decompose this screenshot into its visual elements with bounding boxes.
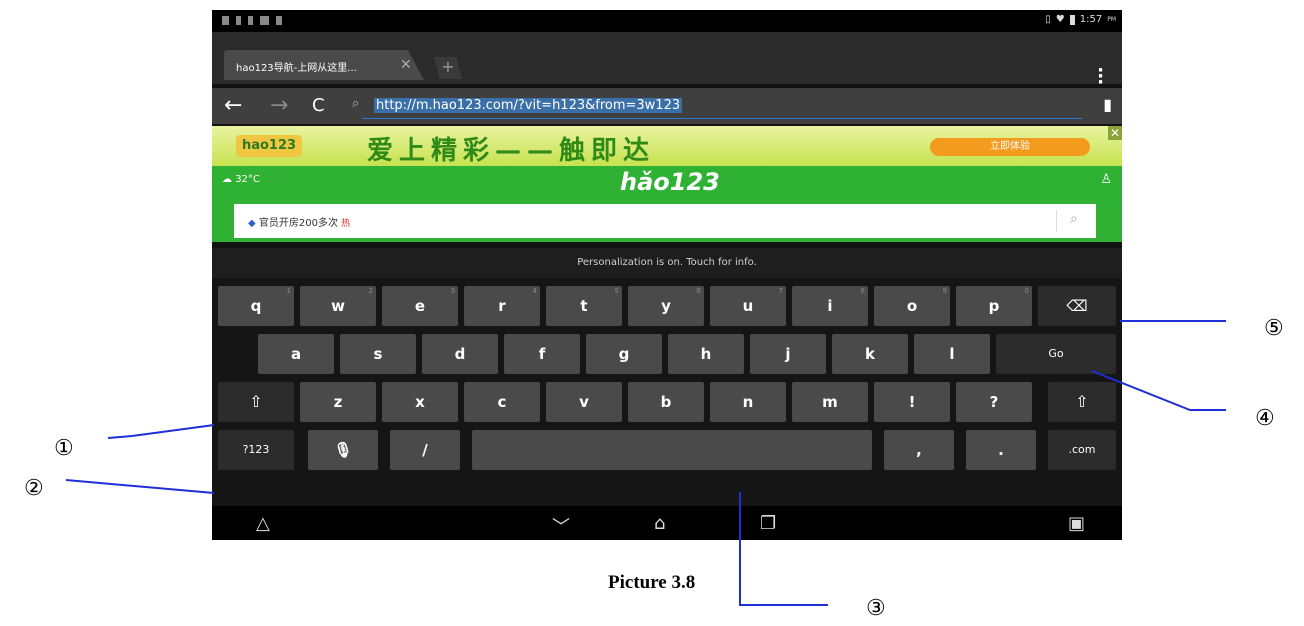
callout-2: ② [24, 476, 44, 501]
callout-1: ① [54, 436, 74, 461]
callout-line-1 [107, 424, 215, 439]
picture-caption: Picture 3.8 [608, 572, 696, 593]
callout-3: ③ [866, 596, 886, 621]
callout-line-2 [65, 479, 215, 494]
callout-4: ④ [1255, 406, 1275, 431]
callout-5: ⑤ [1264, 316, 1284, 341]
callout-line-4 [1091, 370, 1226, 411]
annotation-lines [65, 320, 1226, 606]
callout-line-3 [739, 492, 828, 606]
